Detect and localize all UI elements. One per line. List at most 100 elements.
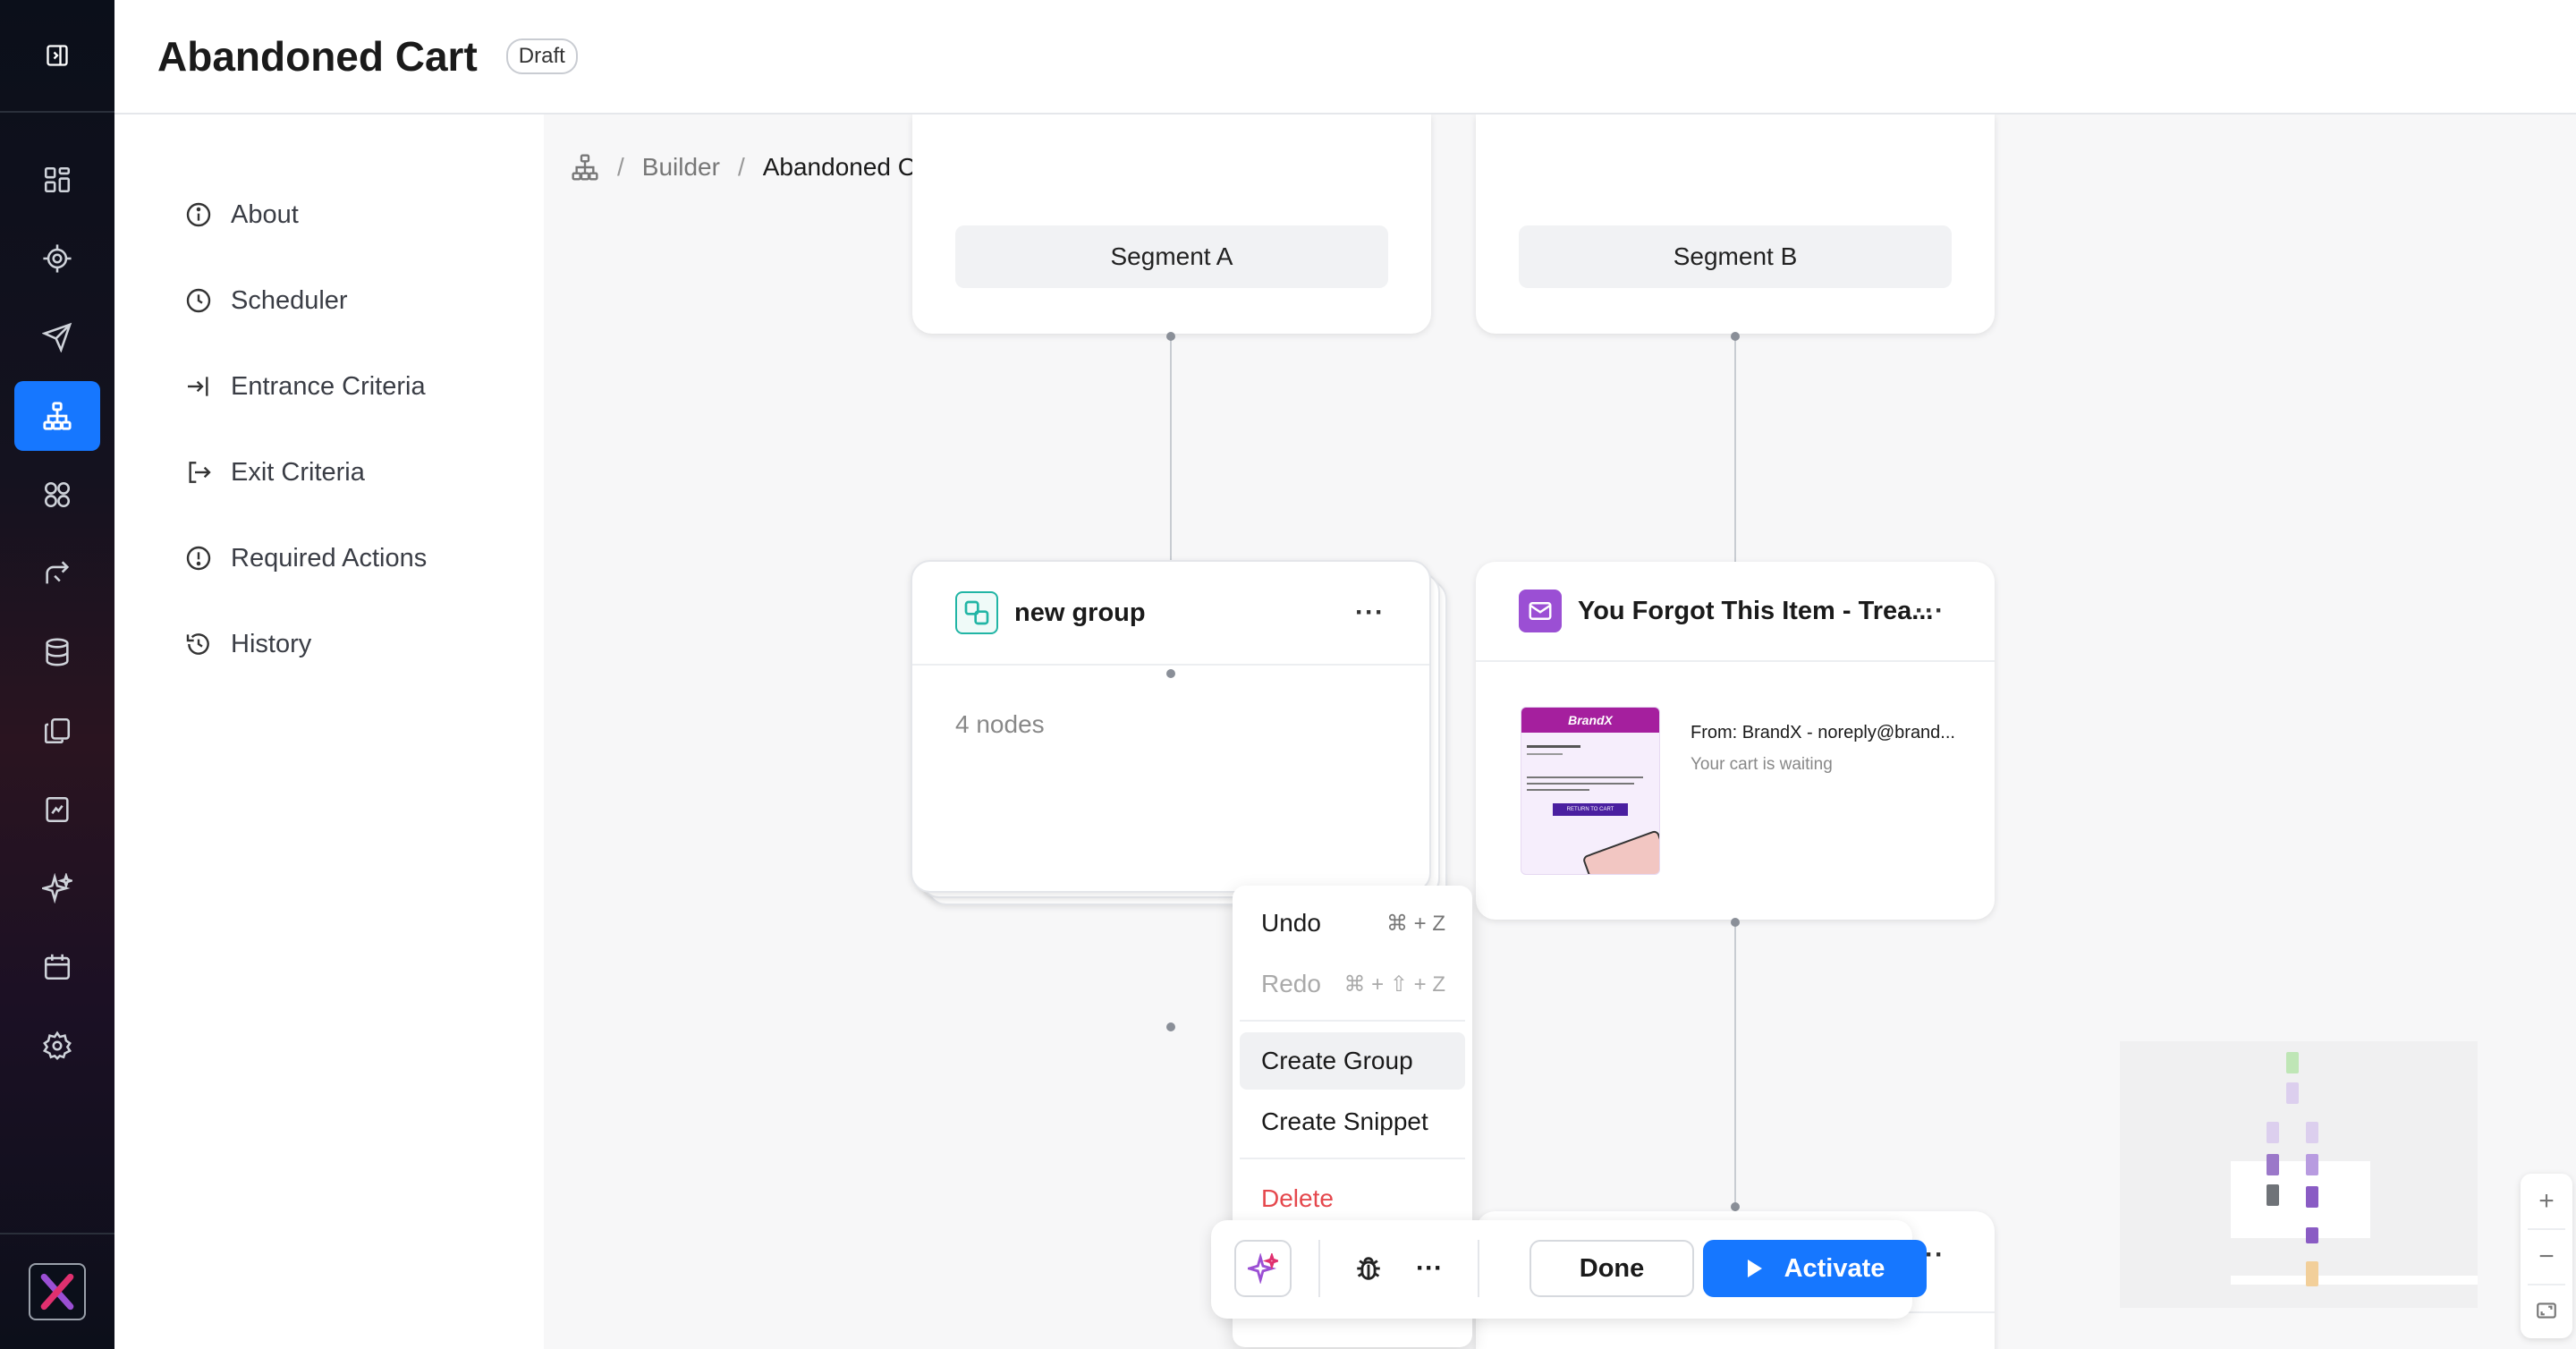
sidebar-item-exit-criteria[interactable]: Exit Criteria	[184, 445, 365, 499]
email-node[interactable]: You Forgot This Item - Trea... ··· Brand…	[1476, 562, 1995, 920]
email-preview-brand: BrandX	[1521, 708, 1659, 733]
minimap-viewport[interactable]	[2231, 1161, 2370, 1238]
collapse-sidebar-button[interactable]	[0, 0, 114, 113]
ai-assist-button[interactable]	[1234, 1240, 1292, 1297]
create-snippet-menu-item[interactable]: Create Snippet	[1240, 1093, 1465, 1150]
panel-toggle-icon	[47, 45, 68, 66]
email-preview-thumbnail[interactable]: BrandX RETURN TO CART	[1521, 707, 1660, 875]
zoom-divider	[2528, 1228, 2565, 1230]
settings-panel: About Scheduler Entrance Criteria Exit C…	[114, 115, 544, 1349]
toolbar-more-button[interactable]: ···	[1404, 1243, 1454, 1294]
copy-icon	[44, 717, 71, 744]
rail-dashboard-button[interactable]	[14, 145, 100, 215]
rail-calendar-button[interactable]	[14, 932, 100, 1002]
group-node-count: 4 nodes	[955, 710, 1045, 738]
rail-settings-button[interactable]	[14, 1011, 100, 1081]
breadcrumb-builder-link[interactable]: Builder	[642, 153, 720, 182]
rail-data-button[interactable]	[14, 617, 100, 687]
minimap-block	[2306, 1227, 2318, 1243]
activate-button[interactable]: Activate	[1703, 1240, 1927, 1297]
connector-dot[interactable]	[1166, 332, 1175, 341]
email-preview-line	[1527, 745, 1580, 748]
rail-ai-button[interactable]	[14, 853, 100, 923]
done-button[interactable]: Done	[1530, 1240, 1694, 1297]
page-title: Abandoned Cart	[157, 33, 478, 80]
sidebar-item-entrance-criteria[interactable]: Entrance Criteria	[184, 360, 426, 413]
segment-b-node[interactable]: Segment B	[1476, 115, 1995, 334]
segment-a-node[interactable]: Segment A	[912, 115, 1431, 334]
group-node-title: new group	[1014, 598, 1146, 627]
email-preview-line	[1527, 753, 1563, 755]
sidebar-item-about[interactable]: About	[184, 188, 299, 242]
app-rail	[0, 0, 114, 1349]
fit-view-icon	[2537, 1302, 2556, 1319]
connector-dot[interactable]	[1166, 669, 1175, 678]
sidebar-item-history[interactable]: History	[184, 617, 311, 671]
rail-journeys-button[interactable]	[14, 381, 100, 451]
debug-button[interactable]	[1343, 1243, 1394, 1294]
segments-icon	[44, 481, 71, 508]
zoom-controls: + −	[2521, 1174, 2572, 1338]
segment-a-label: Segment A	[955, 225, 1388, 288]
redo-label: Redo	[1261, 970, 1321, 997]
delete-menu-item[interactable]: Delete	[1240, 1170, 1465, 1227]
rail-target-button[interactable]	[14, 224, 100, 293]
email-preview-line	[1527, 789, 1589, 791]
sidebar-item-label: About	[231, 199, 299, 229]
rail-campaigns-button[interactable]	[14, 302, 100, 372]
group-node-menu-button[interactable]: ···	[1355, 598, 1385, 628]
redo-menu-item[interactable]: Redo ⌘ + ⇧ + Z	[1240, 955, 1465, 1013]
exit-icon	[189, 462, 211, 483]
redo-shortcut: ⌘ + ⇧ + Z	[1343, 971, 1445, 997]
menu-divider	[1240, 1158, 1465, 1159]
hierarchy-icon	[43, 402, 72, 430]
minimap-block	[2306, 1186, 2318, 1208]
minimap-strip	[2231, 1276, 2478, 1285]
sidebar-item-scheduler[interactable]: Scheduler	[184, 274, 348, 327]
email-node-menu-button[interactable]: ···	[1915, 596, 1945, 626]
mail-icon	[1519, 590, 1562, 632]
alert-icon	[186, 546, 211, 571]
canvas-toolbar: ··· Done Activate	[1211, 1220, 1927, 1319]
email-node-header: You Forgot This Item - Trea... ···	[1476, 562, 1995, 662]
group-node[interactable]: new group ··· 4 nodes	[911, 560, 1431, 893]
zoom-in-button[interactable]: +	[2521, 1175, 2572, 1227]
email-preview-line	[1527, 776, 1643, 778]
minimap-block	[2306, 1261, 2318, 1286]
connector-dot[interactable]	[1731, 918, 1740, 927]
minimap[interactable]	[2120, 1041, 2478, 1308]
email-preview-cta: RETURN TO CART	[1553, 803, 1628, 816]
brand-x-icon	[40, 1273, 74, 1311]
sidebar-item-required-actions[interactable]: Required Actions	[184, 531, 427, 585]
connector-dot[interactable]	[1166, 1022, 1175, 1031]
minimap-block	[2267, 1184, 2279, 1206]
play-icon	[1747, 1260, 1762, 1277]
connector-dot[interactable]	[1731, 332, 1740, 341]
undo-menu-item[interactable]: Undo ⌘ + Z	[1240, 895, 1465, 952]
rail-flows-button[interactable]	[14, 539, 100, 608]
dashboard-icon	[44, 166, 71, 193]
rail-segments-button[interactable]	[14, 460, 100, 530]
rail-reports-button[interactable]	[14, 775, 100, 844]
calendar-icon	[44, 954, 71, 980]
sidebar-item-label: Required Actions	[231, 543, 428, 573]
create-group-menu-item[interactable]: Create Group	[1240, 1032, 1465, 1090]
send-icon	[42, 322, 72, 352]
clock-icon	[186, 288, 211, 313]
history-icon	[186, 633, 209, 655]
rail-footer	[0, 1233, 114, 1349]
brand-logo[interactable]	[29, 1263, 86, 1320]
sidebar-item-label: Exit Criteria	[231, 457, 365, 487]
journey-icon	[46, 561, 70, 584]
group-icon	[955, 591, 998, 634]
minimap-block	[2267, 1122, 2279, 1143]
sparkle-icon	[42, 873, 72, 904]
fit-view-button[interactable]	[2521, 1285, 2572, 1336]
group-node-header: new group ···	[912, 562, 1429, 666]
builder-canvas[interactable]: / Builder / Abandoned Cart Segment A Seg…	[544, 115, 2576, 1349]
connector-dot[interactable]	[1731, 1202, 1740, 1211]
activate-label: Activate	[1784, 1253, 1885, 1283]
sidebar-item-label: History	[231, 629, 312, 658]
zoom-out-button[interactable]: −	[2521, 1231, 2572, 1283]
rail-templates-button[interactable]	[14, 696, 100, 766]
